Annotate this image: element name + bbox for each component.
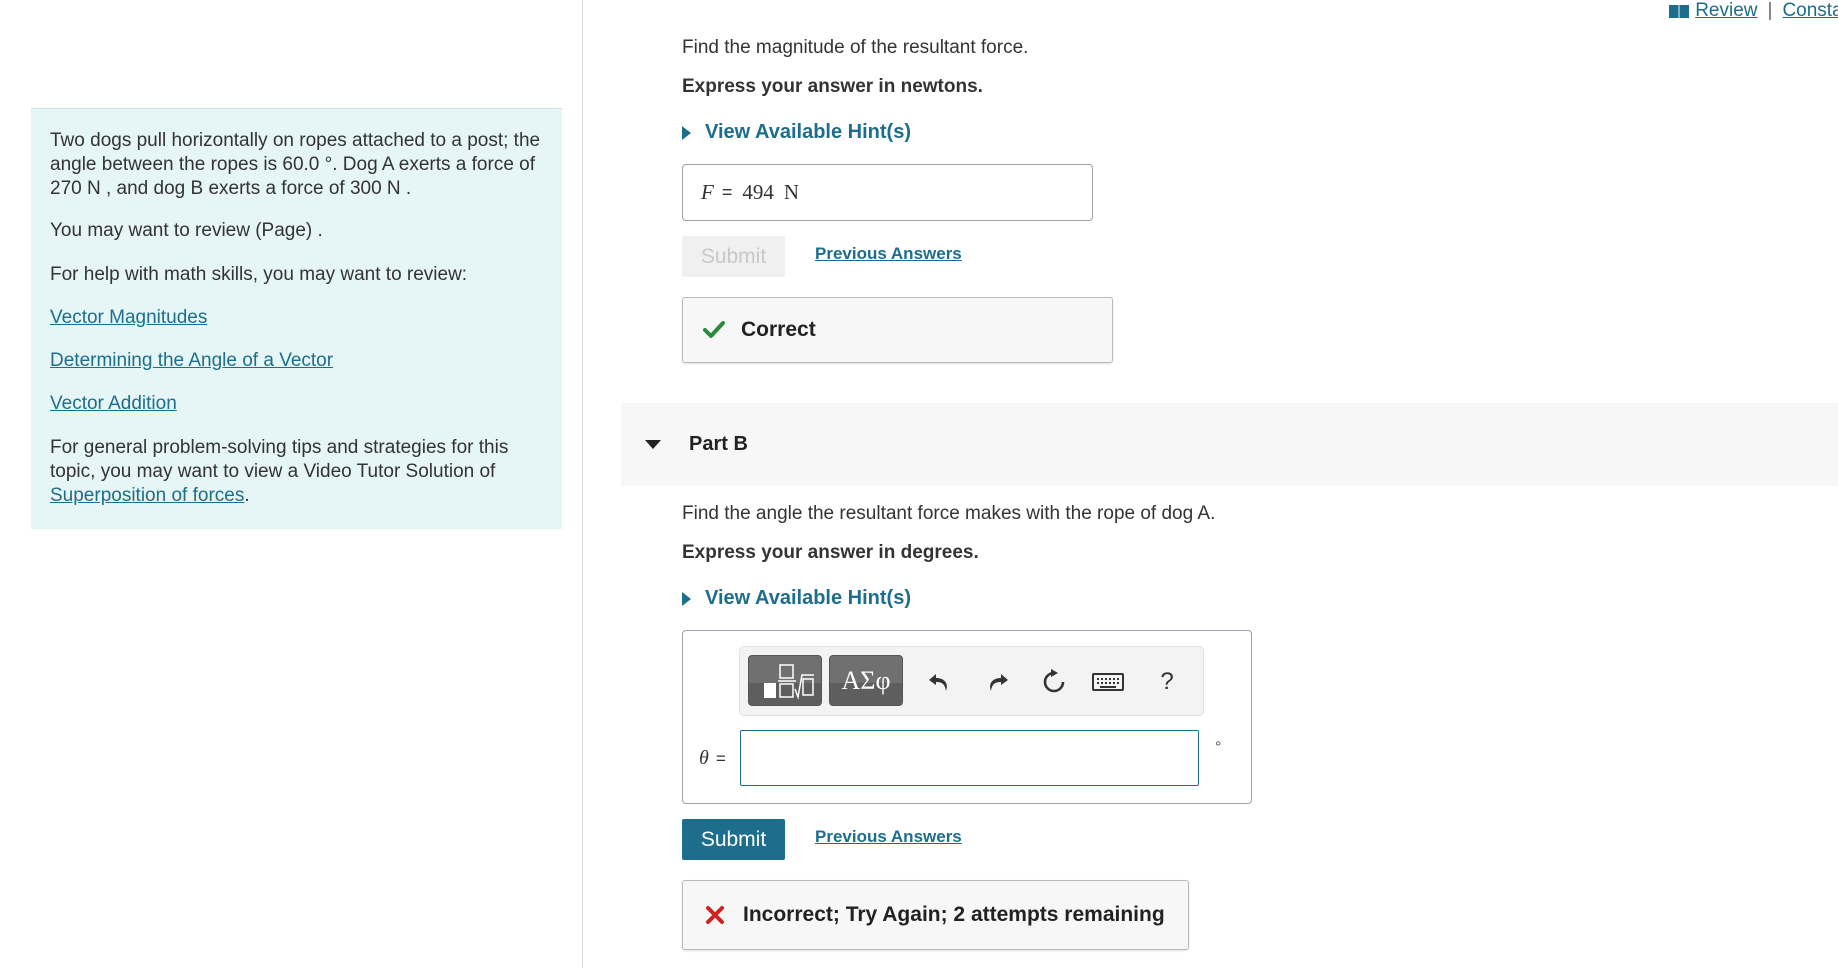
problem-statement: Two dogs pull horizontally on ropes atta… [50,130,541,199]
part-b-submit-button[interactable]: Submit [682,819,785,860]
fraction-root-icon [764,663,814,700]
hint-label: View Available Hint(s) [705,587,911,609]
answer-unit: N [783,180,800,204]
expand-triangle-icon [682,125,691,140]
part-a-answer-field[interactable]: F = 494 N [682,164,1093,221]
feedback-text: Incorrect; Try Again; 2 attempts remaini… [743,903,1165,926]
link-vector-addition[interactable]: Vector Addition [50,393,177,414]
part-b-question: Find the angle the resultant force makes… [682,503,1216,524]
feedback-text: Correct [741,318,816,341]
keyboard-icon[interactable] [1091,668,1125,696]
part-a-submit-button[interactable]: Submit [682,236,785,277]
part-b-hint-toggle[interactable]: View Available Hint(s) [682,587,911,610]
answer-variable: θ [699,747,709,769]
reset-icon[interactable] [1040,668,1068,696]
templates-button[interactable] [748,655,822,706]
part-b-feedback: Incorrect; Try Again; 2 attempts remaini… [682,880,1189,950]
equals-sign: = [721,182,733,202]
review-page-text: You may want to review (Page) . [50,220,323,241]
part-b-title: Part B [689,433,748,455]
tips-end: . [244,485,250,506]
check-icon [703,321,725,338]
part-b-answer-input[interactable] [740,730,1199,786]
link-vector-magnitudes[interactable]: Vector Magnitudes [50,307,207,328]
collapse-caret-icon [645,440,661,449]
tips-text: For general problem-solving tips and str… [50,436,544,508]
hint-label: View Available Hint(s) [705,121,911,143]
intro-panel: Two dogs pull horizontally on ropes atta… [31,108,562,529]
answer-value: 494 [742,180,774,204]
part-b-previous-answers-link[interactable]: Previous Answers [815,827,962,847]
math-help-text: For help with math skills, you may want … [50,264,468,285]
part-a-question: Find the magnitude of the resultant forc… [682,37,1029,58]
redo-icon[interactable] [984,668,1012,696]
part-b-var-label: θ = [699,747,726,770]
degree-unit: ° [1215,739,1222,756]
link-superposition[interactable]: Superposition of forces [50,485,244,506]
main-column: Find the magnitude of the resultant forc… [621,0,1838,968]
greek-symbols-button[interactable]: ΑΣφ [829,655,903,706]
x-icon [706,906,724,924]
part-b-math-editor: ΑΣφ ? θ = ° [682,630,1252,804]
undo-icon[interactable] [925,668,953,696]
column-divider [582,0,583,968]
math-toolbar: ΑΣφ ? [739,646,1204,716]
greek-label: ΑΣφ [841,665,891,695]
tips-body: For general problem-solving tips and str… [50,437,509,482]
part-a-previous-answers-link[interactable]: Previous Answers [815,244,962,264]
part-a-feedback: Correct [682,297,1113,363]
equals-sign: = [715,749,726,768]
link-angle-of-vector[interactable]: Determining the Angle of a Vector [50,350,333,371]
part-b-express: Express your answer in degrees. [682,542,979,563]
help-icon[interactable]: ? [1153,668,1181,696]
answer-variable: F [701,180,714,204]
part-a-hint-toggle[interactable]: View Available Hint(s) [682,121,911,144]
part-a-express: Express your answer in newtons. [682,76,983,97]
part-b-header[interactable]: Part B [621,403,1838,486]
expand-triangle-icon [682,591,691,606]
